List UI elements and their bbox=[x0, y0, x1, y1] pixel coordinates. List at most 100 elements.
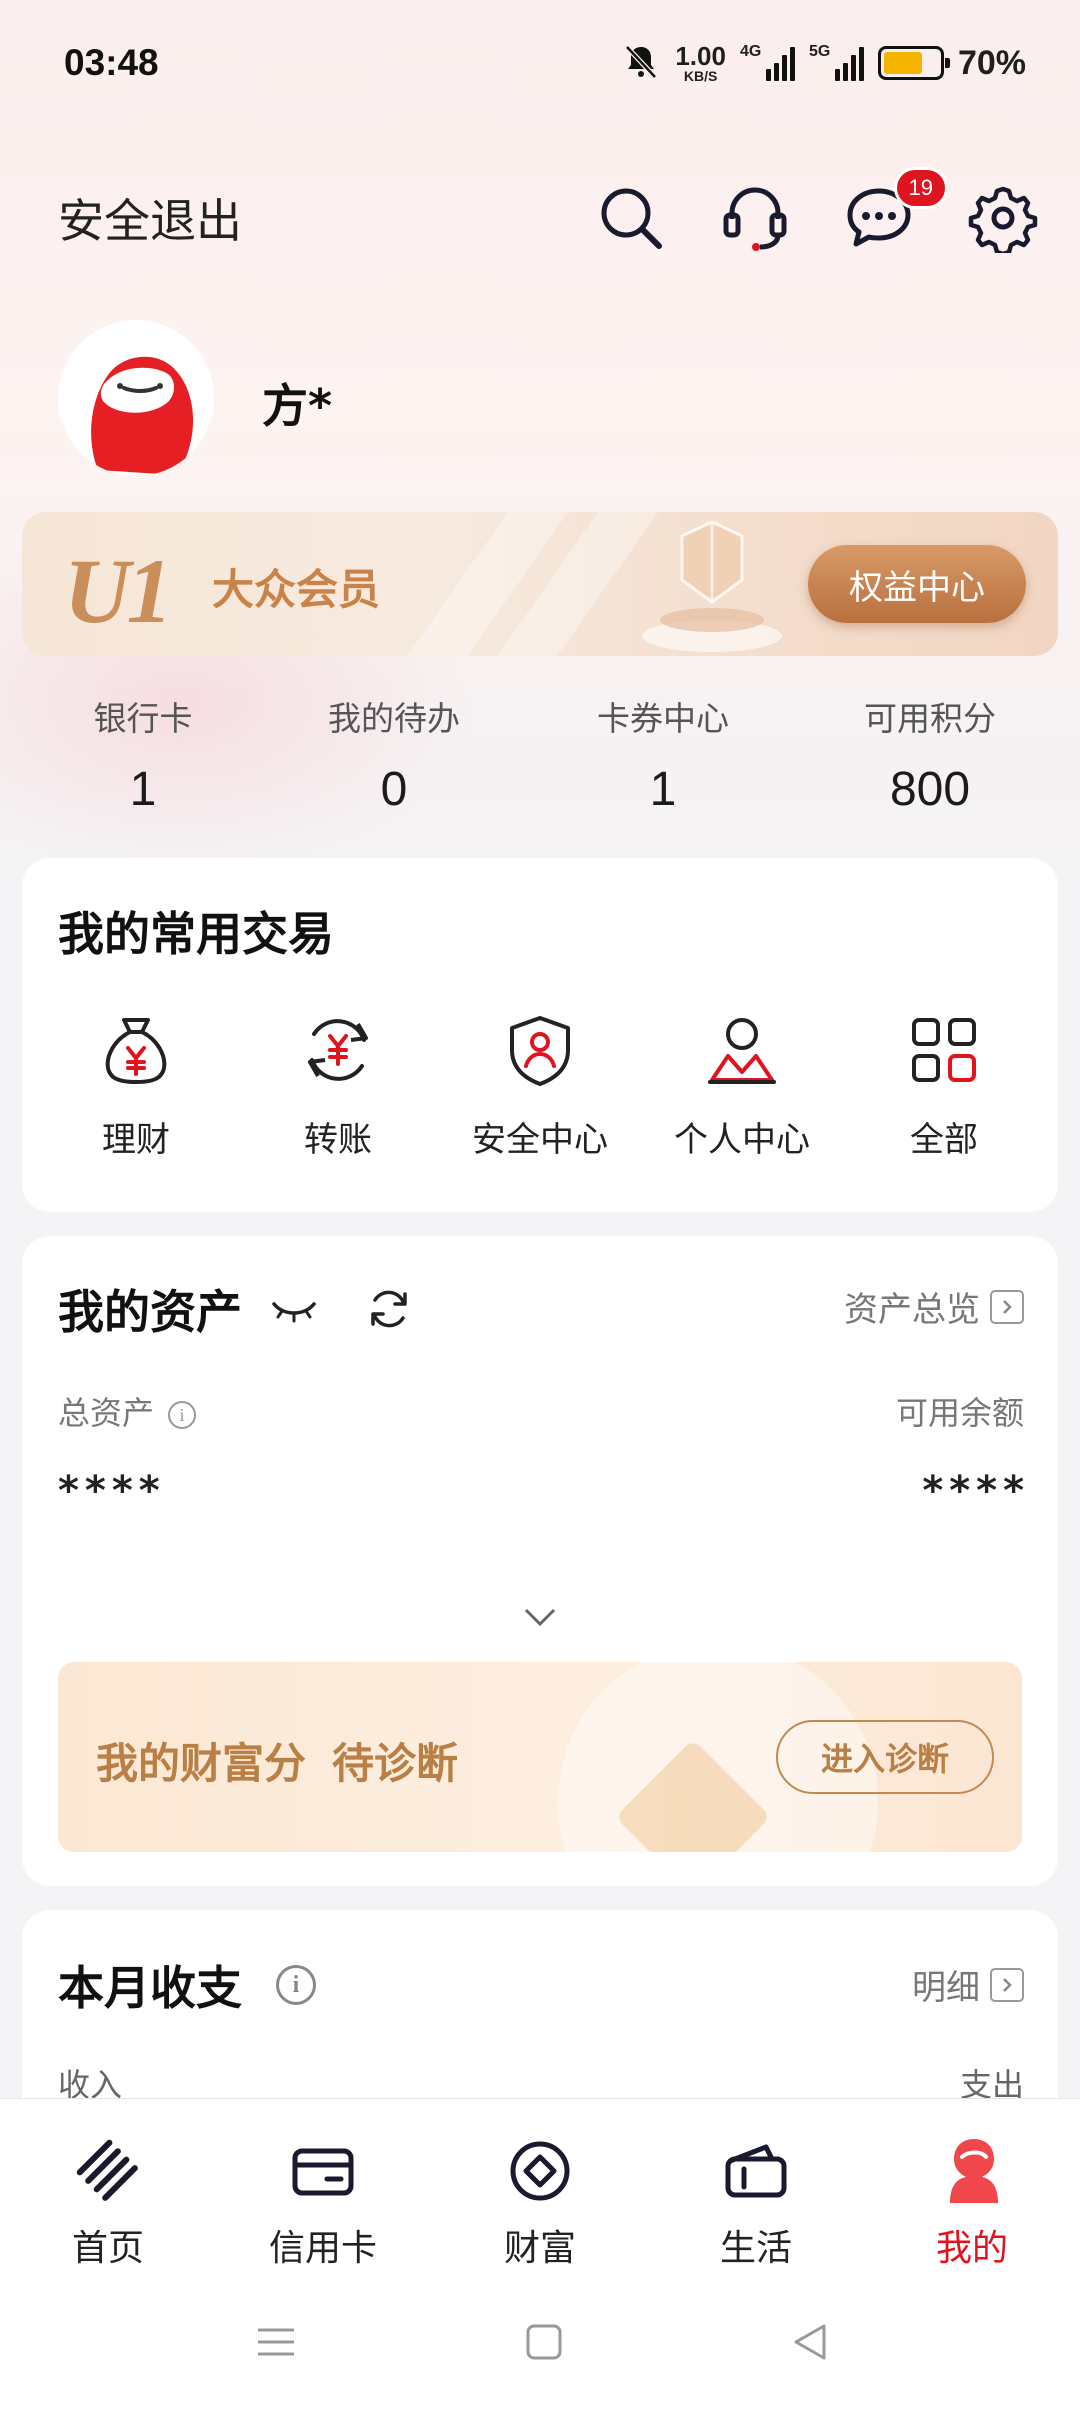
quick-action-personal-center[interactable]: 个人中心 bbox=[642, 1010, 842, 1161]
quick-action-label: 安全中心 bbox=[472, 1120, 608, 1160]
signal-4g-tag: 4G bbox=[739, 43, 762, 60]
credit-card-icon bbox=[287, 2135, 359, 2207]
tab-label: 财富 bbox=[503, 2228, 576, 2269]
transfer-icon bbox=[298, 1010, 378, 1090]
stat-value: 1 bbox=[649, 763, 677, 816]
back-icon[interactable] bbox=[790, 2322, 830, 2366]
net-speed: 1.00 KB/S bbox=[675, 43, 726, 83]
settings-gear-icon[interactable] bbox=[966, 181, 1040, 255]
wealth-score-text: 我的财富分 待诊断 bbox=[96, 1730, 458, 1791]
profile-icon bbox=[936, 2135, 1008, 2207]
stat-points[interactable]: 可用积分 800 bbox=[830, 692, 1030, 817]
home-icon bbox=[72, 2135, 144, 2207]
benefits-center-button[interactable]: 权益中心 bbox=[808, 545, 1026, 623]
tab-mine[interactable]: 我的 bbox=[892, 2135, 1052, 2271]
quick-actions-card: 我的常用交易 理财 转账 安全中心 个人中心 全部 bbox=[22, 858, 1058, 1212]
stat-label: 卡券中心 bbox=[597, 699, 729, 738]
chevron-right-icon bbox=[990, 1289, 1024, 1324]
refresh-icon[interactable] bbox=[366, 1286, 412, 1336]
stat-label: 银行卡 bbox=[93, 699, 193, 738]
bottom-tab-bar: 首页 信用卡 财富 生活 我的 bbox=[0, 2098, 1080, 2414]
signal-4g-icon: 4G bbox=[739, 43, 795, 81]
tab-wealth[interactable]: 财富 bbox=[460, 2135, 620, 2271]
tab-life[interactable]: 生活 bbox=[676, 2135, 836, 2271]
customer-service-icon[interactable] bbox=[718, 181, 792, 255]
battery-fill bbox=[883, 52, 922, 74]
battery-text: 70% bbox=[957, 43, 1026, 82]
quick-action-label: 个人中心 bbox=[674, 1120, 810, 1160]
asset-overview-label: 资产总览 bbox=[844, 1290, 980, 1330]
status-time: 03:48 bbox=[64, 42, 159, 83]
assets-card: 我的资产 资产总览 总资产 i 可用余额 **** **** 我的财富分 待诊断 进… bbox=[22, 1236, 1058, 1886]
quick-action-transfer[interactable]: 转账 bbox=[238, 1010, 438, 1161]
message-count-badge: 19 bbox=[893, 167, 948, 209]
chevron-right-icon bbox=[990, 1967, 1024, 2002]
quick-action-label: 转账 bbox=[304, 1120, 372, 1160]
tab-label: 生活 bbox=[719, 2228, 792, 2269]
monthly-detail-label: 明细 bbox=[912, 1968, 980, 2008]
stat-label: 可用积分 bbox=[864, 699, 996, 738]
signal-5g-tag: 5G bbox=[808, 43, 831, 60]
tab-home[interactable]: 首页 bbox=[28, 2135, 188, 2271]
info-icon[interactable]: i bbox=[168, 1401, 197, 1429]
tab-label: 信用卡 bbox=[268, 2228, 377, 2269]
quick-action-all[interactable]: 全部 bbox=[844, 1010, 1044, 1161]
stat-coupons[interactable]: 卡券中心 1 bbox=[563, 692, 763, 817]
tab-label: 首页 bbox=[71, 2228, 144, 2269]
info-icon[interactable]: i bbox=[276, 1965, 316, 2005]
total-assets-label-row: 总资产 i bbox=[58, 1388, 197, 1434]
trophy-icon bbox=[622, 516, 802, 656]
available-balance-value: **** bbox=[922, 1468, 1030, 1514]
stat-value: 800 bbox=[889, 763, 971, 816]
grid-icon bbox=[904, 1010, 984, 1090]
logout-button[interactable]: 安全退出 bbox=[58, 185, 242, 251]
battery-icon bbox=[877, 46, 950, 80]
stat-value: 1 bbox=[129, 763, 157, 816]
status-bar: 03:48 1.00 KB/S 4G 5G 70% bbox=[64, 38, 1026, 88]
quick-action-wealth-management[interactable]: 理财 bbox=[36, 1010, 236, 1161]
signal-5g-icon: 5G bbox=[808, 43, 864, 81]
status-icons: 1.00 KB/S 4G 5G 70% bbox=[621, 41, 1026, 85]
search-icon[interactable] bbox=[594, 181, 668, 255]
tier-name: 大众会员 bbox=[212, 565, 381, 614]
hide-amount-eye-icon[interactable] bbox=[270, 1298, 318, 1328]
messages-icon[interactable]: 19 bbox=[842, 167, 948, 255]
shield-icon bbox=[500, 1010, 580, 1090]
money-bag-icon bbox=[96, 1010, 176, 1090]
total-assets-label: 总资产 bbox=[58, 1394, 155, 1432]
menu-icon[interactable] bbox=[256, 2322, 296, 2366]
wealth-score-title: 我的财富分 bbox=[96, 1739, 307, 1788]
tab-credit-card[interactable]: 信用卡 bbox=[243, 2135, 403, 2271]
start-diagnosis-button[interactable]: 进入诊断 bbox=[776, 1720, 994, 1794]
stat-bank-cards[interactable]: 银行卡 1 bbox=[43, 692, 243, 817]
stat-value: 0 bbox=[380, 763, 408, 816]
monthly-detail-link[interactable]: 明细 bbox=[912, 1960, 1024, 2009]
quick-action-security-center[interactable]: 安全中心 bbox=[440, 1010, 640, 1161]
monthly-title: 本月收支 bbox=[58, 1961, 242, 2015]
tier-logo: U1 bbox=[64, 540, 172, 642]
net-speed-unit: KB/S bbox=[683, 68, 718, 84]
stat-todo[interactable]: 我的待办 0 bbox=[294, 692, 494, 817]
quick-action-label: 全部 bbox=[910, 1120, 978, 1160]
avatar[interactable] bbox=[58, 320, 214, 476]
home-square-icon[interactable] bbox=[524, 2322, 564, 2366]
membership-banner[interactable]: U1 大众会员 权益中心 bbox=[22, 512, 1058, 656]
monthly-title-row: 本月收支 i bbox=[58, 1952, 316, 2018]
chevron-down-icon[interactable] bbox=[522, 1606, 558, 1632]
available-balance-label: 可用余额 bbox=[895, 1394, 1024, 1432]
tab-label: 我的 bbox=[935, 2228, 1008, 2269]
asset-overview-link[interactable]: 资产总览 bbox=[844, 1282, 1024, 1331]
stat-label: 我的待办 bbox=[328, 699, 460, 738]
quick-actions-title: 我的常用交易 bbox=[58, 907, 334, 961]
wealth-score-status: 待诊断 bbox=[332, 1739, 459, 1788]
avatar-mascot-icon bbox=[91, 356, 194, 475]
top-header: 安全退出 19 bbox=[58, 167, 1040, 258]
total-assets-value: **** bbox=[58, 1468, 166, 1514]
net-speed-value: 1.00 bbox=[675, 41, 726, 71]
header-actions: 19 bbox=[594, 167, 1040, 255]
wealth-icon bbox=[504, 2135, 576, 2207]
quick-action-label: 理财 bbox=[102, 1120, 170, 1160]
mute-bell-icon bbox=[621, 41, 661, 85]
assets-title: 我的资产 bbox=[58, 1285, 242, 1339]
wealth-score-banner[interactable]: 我的财富分 待诊断 进入诊断 bbox=[58, 1662, 1022, 1852]
